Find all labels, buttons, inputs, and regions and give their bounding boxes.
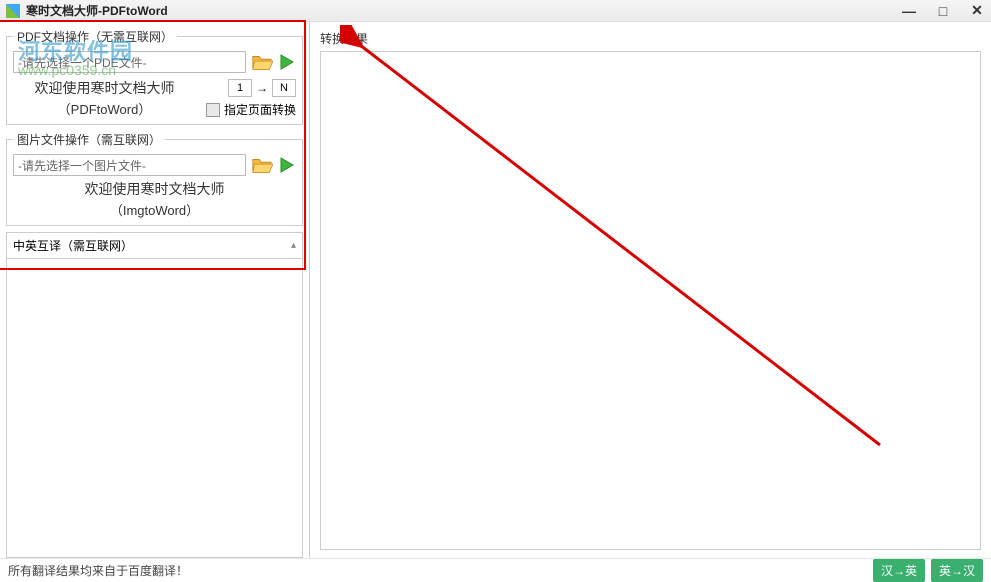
maximize-button[interactable]: □ — [935, 3, 951, 19]
collapse-icon[interactable]: ▴ — [291, 240, 296, 251]
specify-row: 指定页面转换 — [196, 101, 296, 118]
translate-section-header: 中英互译（需互联网） ▴ — [6, 232, 303, 259]
pdf-section-legend: PDF文档操作（无需互联网） — [13, 28, 177, 45]
left-panel: 河东软件园 www.pc0359.cn PDF文档操作（无需互联网） 欢迎使用寒… — [0, 22, 310, 558]
titlebar: 寒时文档大师-PDFtoWord — □ ✕ — [0, 0, 991, 22]
img-file-input[interactable] — [13, 154, 246, 176]
specify-checkbox[interactable] — [206, 103, 220, 117]
translate-legend: 中英互译（需互联网） — [13, 237, 133, 254]
credit-text: 所有翻译结果均来自于百度翻译！ — [8, 562, 867, 579]
page-to-input[interactable] — [272, 79, 296, 97]
right-panel: 转换结果 — [310, 22, 991, 558]
pdf-file-row — [13, 51, 296, 73]
img-open-folder-icon[interactable] — [250, 154, 274, 176]
main-area: 河东软件园 www.pc0359.cn PDF文档操作（无需互联网） 欢迎使用寒… — [0, 22, 991, 558]
pdf-welcome-line1: 欢迎使用寒时文档大师 — [13, 79, 196, 99]
result-area — [320, 51, 981, 550]
img-convert-icon[interactable] — [278, 154, 296, 176]
pdf-section: PDF文档操作（无需互联网） 欢迎使用寒时文档大师 （PDFtoWord） — [6, 28, 303, 125]
app-icon — [6, 4, 20, 18]
img-section-legend: 图片文件操作（需互联网） — [13, 131, 165, 148]
pdf-open-folder-icon[interactable] — [250, 51, 274, 73]
pdf-welcome-line2: （PDFtoWord） — [13, 99, 196, 118]
bottom-bar: 所有翻译结果均来自于百度翻译！ 汉→英 英→汉 — [0, 558, 991, 582]
img-welcome-line2: （ImgtoWord） — [13, 200, 296, 219]
img-file-row — [13, 154, 296, 176]
cn-to-en-button[interactable]: 汉→英 — [873, 559, 925, 582]
window-controls: — □ ✕ — [901, 0, 985, 21]
specify-label: 指定页面转换 — [224, 101, 296, 118]
close-button[interactable]: ✕ — [969, 3, 985, 19]
en-to-cn-button[interactable]: 英→汉 — [931, 559, 983, 582]
page-from-input[interactable] — [228, 79, 252, 97]
minimize-button[interactable]: — — [901, 3, 917, 19]
img-section: 图片文件操作（需互联网） 欢迎使用寒时文档大师 （ImgtoWord） — [6, 131, 303, 226]
pdf-file-input[interactable] — [13, 51, 246, 73]
app-title: 寒时文档大师-PDFtoWord — [26, 2, 168, 19]
page-range: → — [196, 79, 296, 97]
translate-textarea[interactable] — [6, 259, 303, 558]
arrow-icon: → — [256, 81, 268, 95]
img-welcome-line1: 欢迎使用寒时文档大师 — [13, 180, 296, 200]
pdf-convert-icon[interactable] — [278, 51, 296, 73]
result-label: 转换结果 — [320, 30, 981, 47]
